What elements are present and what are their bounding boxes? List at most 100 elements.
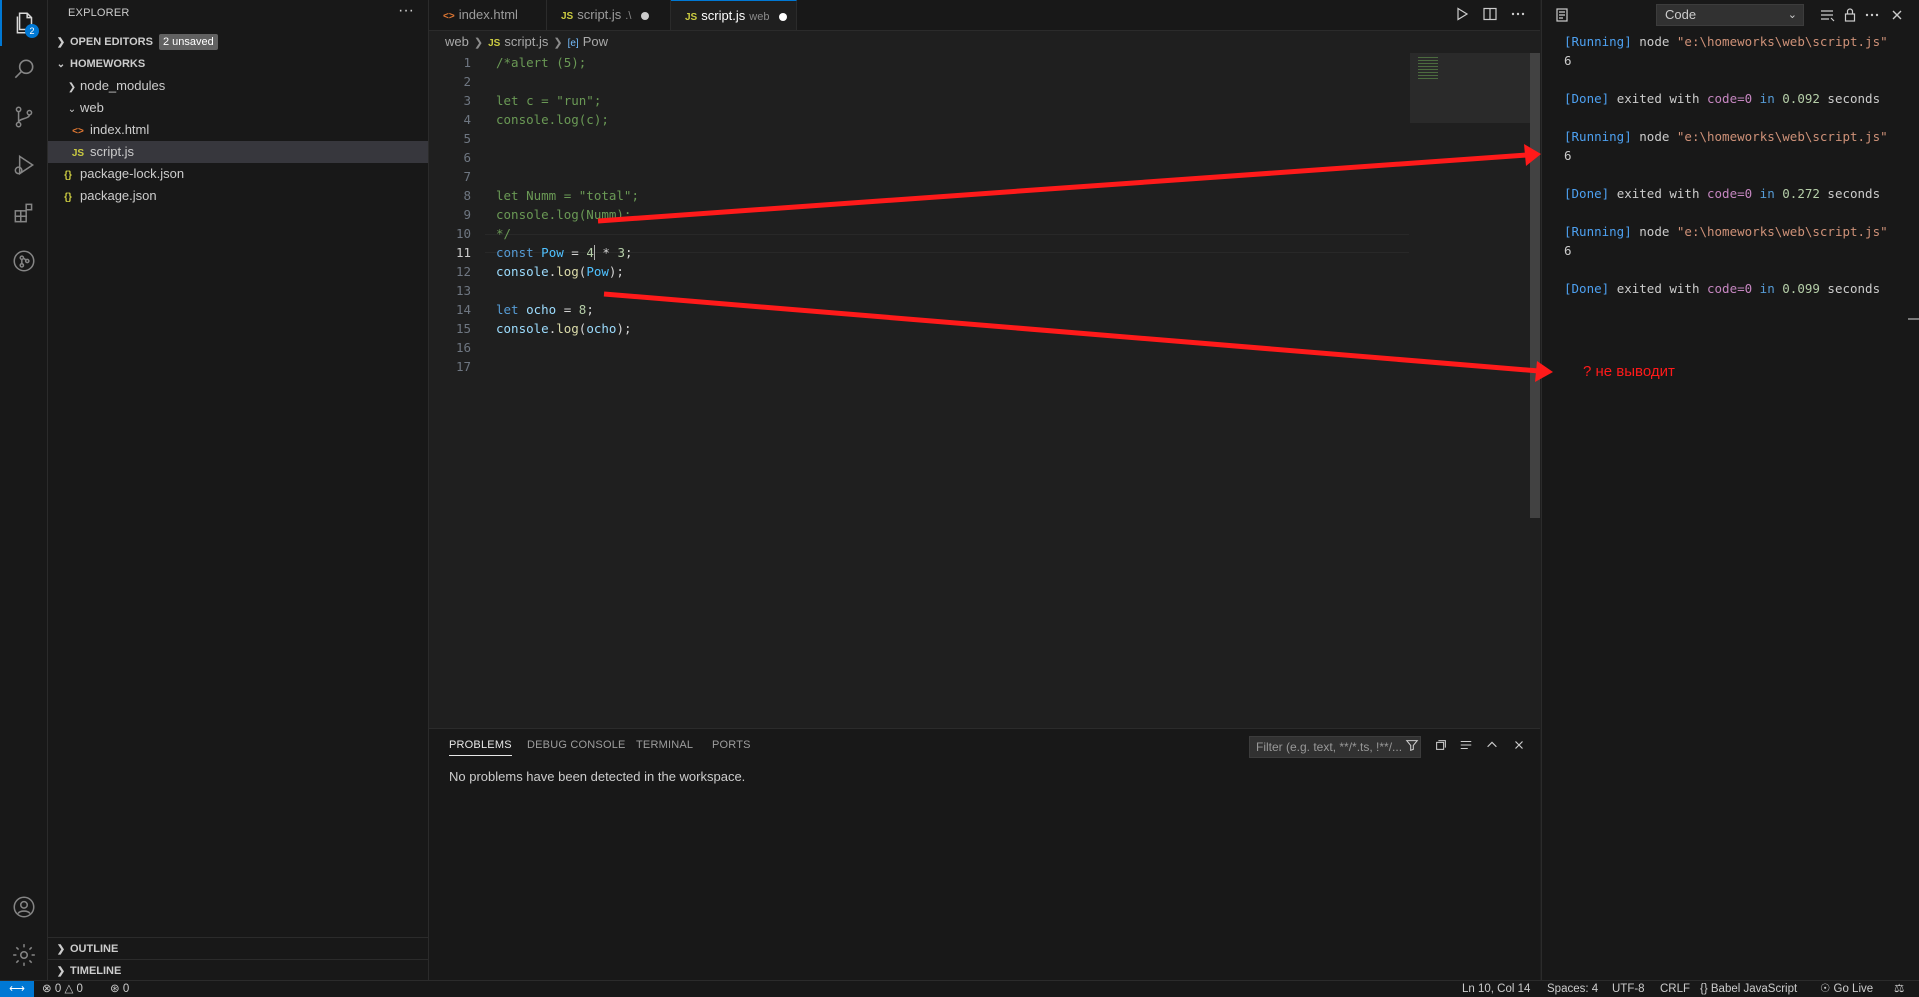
tree-item-script-js[interactable]: JS script.js xyxy=(48,141,428,163)
tree-item-node-modules[interactable]: ❯ node_modules xyxy=(48,75,428,97)
problems-filter-input[interactable]: Filter (e.g. text, **/*.ts, !**/... xyxy=(1249,736,1421,758)
output-result: 6 xyxy=(1564,148,1572,163)
extensions-icon[interactable] xyxy=(0,190,47,236)
output-exited: exited with xyxy=(1616,186,1707,201)
done-tag: [Done] xyxy=(1564,91,1610,106)
code-line: 13 xyxy=(429,281,1409,300)
code-line: 14 let ocho = 8; xyxy=(429,300,1409,319)
language-mode[interactable]: {} Babel JavaScript xyxy=(1700,981,1797,997)
annotation-note: ? не выводит xyxy=(1583,363,1675,380)
git-history-icon[interactable] xyxy=(0,238,47,284)
tab-description: .\ xyxy=(625,10,632,22)
unsaved-dot-icon[interactable] xyxy=(779,12,788,21)
view-as-list-icon[interactable] xyxy=(1459,738,1473,755)
close-panel-icon[interactable] xyxy=(1512,738,1526,755)
clear-output-icon[interactable] xyxy=(1819,7,1835,26)
search-icon[interactable] xyxy=(0,46,47,92)
more-actions-icon[interactable] xyxy=(1510,6,1526,25)
ports-count: 0 xyxy=(122,983,130,995)
breadcrumb-symbol[interactable]: Pow xyxy=(583,34,608,49)
html-file-icon: <> xyxy=(443,11,455,22)
tab-ports[interactable]: PORTS xyxy=(712,739,751,751)
tab-label: script.js xyxy=(577,7,622,22)
tab-script-js-web[interactable]: JS script.js web xyxy=(671,0,797,30)
line-number: 11 xyxy=(455,245,471,260)
output-line: [Done] exited with code=0 in 0.099 secon… xyxy=(1564,279,1880,298)
run-icon[interactable] xyxy=(1454,6,1470,25)
filter-icon[interactable] xyxy=(1405,738,1419,755)
encoding[interactable]: UTF-8 xyxy=(1612,981,1645,997)
explorer-icon[interactable]: 2 xyxy=(0,0,47,46)
chevron-right-icon: ❯ xyxy=(67,82,77,93)
output-scrollbar[interactable] xyxy=(1908,318,1919,320)
tab-index-html[interactable]: <> index.html xyxy=(429,0,547,30)
close-icon[interactable] xyxy=(1889,7,1905,26)
line-number: 16 xyxy=(455,340,471,355)
code-line: 6 xyxy=(429,148,1409,167)
tree-item-index-html[interactable]: <> index.html xyxy=(48,119,428,141)
outline-section[interactable]: ❯ OUTLINE xyxy=(48,937,428,960)
tree-item-label: script.js xyxy=(90,144,135,159)
unsaved-dot-icon[interactable] xyxy=(641,11,650,20)
sidebar-title: EXPLORER xyxy=(68,7,130,19)
tab-script-js-root[interactable]: JS script.js .\ xyxy=(547,0,671,30)
source-control-icon[interactable] xyxy=(0,94,47,140)
output-path: "e:\homeworks\web\script.js" xyxy=(1676,224,1888,239)
lock-scroll-icon[interactable] xyxy=(1842,7,1858,26)
go-live-button[interactable]: ☉ Go Live xyxy=(1820,981,1873,997)
ports-status[interactable]: ⊛ 0 xyxy=(110,981,129,997)
line-ending[interactable]: CRLF xyxy=(1660,981,1690,997)
output-exited: exited with xyxy=(1616,91,1707,106)
run-debug-icon[interactable] xyxy=(0,142,47,188)
running-tag: [Running] xyxy=(1564,129,1632,144)
tree-item-label: web xyxy=(80,100,104,115)
maximize-panel-icon[interactable] xyxy=(1485,738,1499,755)
open-editors-label: OPEN EDITORS xyxy=(70,36,153,48)
more-actions-icon[interactable] xyxy=(1864,7,1880,26)
line-number: 4 xyxy=(463,112,471,127)
split-editor-icon[interactable] xyxy=(1482,6,1498,25)
timeline-section[interactable]: ❯ TIMELINE xyxy=(48,959,428,982)
exit-code: code=0 xyxy=(1707,281,1753,296)
js-file-icon: JS xyxy=(685,12,698,23)
variable-symbol-icon: [e] xyxy=(567,38,579,49)
js-file-icon: JS xyxy=(71,148,85,159)
tree-item-label: index.html xyxy=(90,122,150,137)
breadcrumb-file[interactable]: script.js xyxy=(504,34,548,49)
notifications-bell-icon[interactable]: ⚖ xyxy=(1894,981,1904,997)
cursor-position[interactable]: Ln 10, Col 14 xyxy=(1462,981,1530,997)
output-exited: exited with xyxy=(1616,281,1707,296)
indentation[interactable]: Spaces: 4 xyxy=(1547,981,1598,997)
tree-item-web[interactable]: ⌄ web xyxy=(48,97,428,119)
output-channel-select[interactable]: Code ⌄ xyxy=(1656,4,1804,26)
account-icon[interactable] xyxy=(0,884,47,930)
tree-item-package-json[interactable]: {} package.json xyxy=(48,185,428,207)
line-number: 8 xyxy=(463,188,471,203)
breadcrumb-folder[interactable]: web xyxy=(445,34,469,49)
problems-status[interactable]: ⊗ 0 △ 0 xyxy=(42,981,83,997)
tab-problems[interactable]: PROBLEMS xyxy=(449,739,512,756)
open-editors-section[interactable]: ❯ OPEN EDITORS 2 unsaved xyxy=(48,31,428,53)
code-line: 11 const Pow = 4 * 3; xyxy=(429,243,1409,262)
code-editor[interactable]: 1/*alert (5); 2 3 let c = "run"; 4 console… xyxy=(429,53,1540,727)
breadcrumb: web ❯ JS script.js ❯ [e] Pow xyxy=(429,31,1540,53)
tab-terminal[interactable]: TERMINAL xyxy=(636,739,693,751)
editor-scrollbar[interactable] xyxy=(1530,53,1540,518)
tab-description: web xyxy=(749,11,770,23)
more-actions-icon[interactable]: ··· xyxy=(398,2,414,20)
chevron-right-icon: ❯ xyxy=(56,944,66,955)
line-number: 6 xyxy=(463,150,471,165)
settings-gear-icon[interactable] xyxy=(0,932,47,978)
remote-indicator-icon[interactable]: ⟷ xyxy=(0,981,34,997)
output-toolbar: Code ⌄ xyxy=(1542,0,1919,30)
tab-debug-console[interactable]: DEBUG CONSOLE xyxy=(527,739,626,751)
minimap[interactable] xyxy=(1410,53,1530,123)
elapsed-time: 0.092 xyxy=(1782,91,1820,106)
folder-section-homeworks[interactable]: ⌄ HOMEWORKS xyxy=(48,53,428,75)
output-result: 6 xyxy=(1564,53,1572,68)
tree-item-package-lock-json[interactable]: {} package-lock.json xyxy=(48,163,428,185)
elapsed-time: 0.272 xyxy=(1782,186,1820,201)
status-bar: ⟷ ⊗ 0 △ 0 ⊛ 0 Ln 10, Col 14 Spaces: 4 UT… xyxy=(0,980,1919,997)
collapse-all-icon[interactable] xyxy=(1434,738,1448,755)
output-in: in xyxy=(1752,281,1783,296)
